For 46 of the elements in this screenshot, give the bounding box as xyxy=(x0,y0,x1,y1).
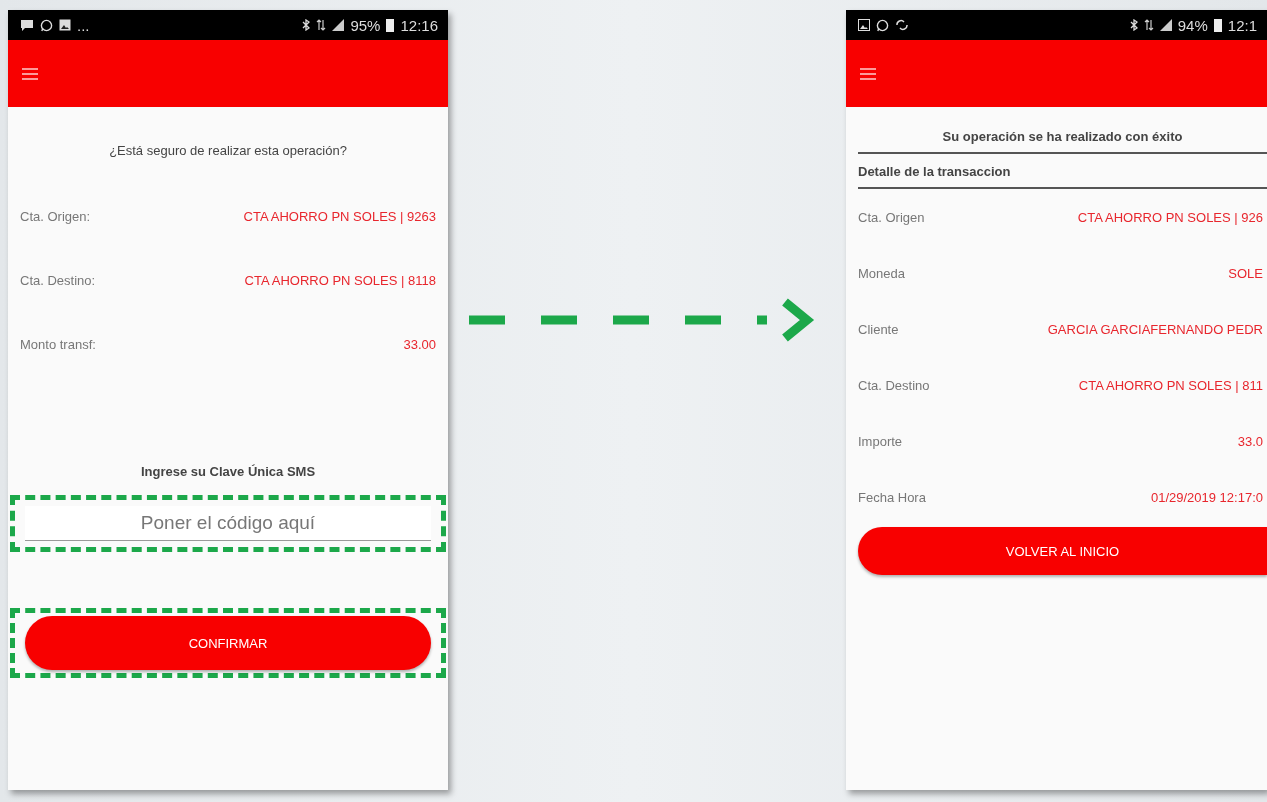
field-label: Fecha Hora xyxy=(858,489,926,505)
confirm-button[interactable]: CONFIRMAR xyxy=(25,616,431,670)
section-heading: Detalle de la transaccion xyxy=(858,154,1267,189)
clock-time: 12:16 xyxy=(400,16,438,34)
data-icon xyxy=(316,19,327,31)
chat-icon xyxy=(40,18,53,32)
sms-prompt: Ingrese su Clave Única SMS xyxy=(139,464,317,479)
battery-percent: 95% xyxy=(350,16,381,34)
signal-icon xyxy=(1159,19,1172,31)
code-input-field[interactable]: Poner el código aquí xyxy=(25,506,431,541)
field-label: Importe xyxy=(858,433,903,449)
message-icon xyxy=(20,19,34,31)
sync-icon xyxy=(895,19,909,31)
bluetooth-icon xyxy=(1129,19,1138,31)
chat-icon xyxy=(876,18,889,32)
field-label: Cta. Destino: xyxy=(20,272,96,288)
field-value: 33.00 xyxy=(403,336,436,352)
field-label: Monto transf: xyxy=(20,336,96,352)
success-message: Su operación se ha realizado con éxito xyxy=(858,129,1267,154)
menu-icon[interactable] xyxy=(860,67,876,80)
field-label: Cta. Origen xyxy=(858,209,925,225)
battery-icon xyxy=(386,18,395,32)
field-value: GARCIA GARCIAFERNANDO PEDR xyxy=(1047,321,1263,337)
image-icon xyxy=(858,19,870,31)
field-value: SOLE xyxy=(1228,265,1263,281)
field-value: 33.0 xyxy=(1237,433,1263,449)
more-notifications: ... xyxy=(77,16,90,34)
clock-time: 12:1 xyxy=(1227,16,1257,34)
field-value: CTA AHORRO PN SOLES | 811 xyxy=(1078,377,1263,393)
field-label: Cliente xyxy=(858,321,899,337)
signal-icon xyxy=(332,19,345,31)
battery-percent: 94% xyxy=(1177,16,1208,34)
field-label: Moneda xyxy=(858,265,905,281)
field-value: CTA AHORRO PN SOLES | 8118 xyxy=(244,272,436,288)
menu-icon[interactable] xyxy=(22,67,38,80)
field-value: CTA AHORRO PN SOLES | 9263 xyxy=(243,208,436,224)
battery-icon xyxy=(1213,18,1222,32)
field-label: Cta. Origen: xyxy=(20,208,91,224)
field-value: 01/29/2019 12:17:0 xyxy=(1150,489,1263,505)
field-value: CTA AHORRO PN SOLES | 926 xyxy=(1077,209,1263,225)
confirmation-question: ¿Está seguro de realizar esta operación? xyxy=(108,143,348,158)
back-home-button[interactable]: VOLVER AL INICIO xyxy=(858,527,1267,575)
bluetooth-icon xyxy=(302,19,311,31)
data-icon xyxy=(1143,19,1154,31)
image-icon xyxy=(59,19,71,31)
field-label: Cta. Destino xyxy=(858,377,930,393)
